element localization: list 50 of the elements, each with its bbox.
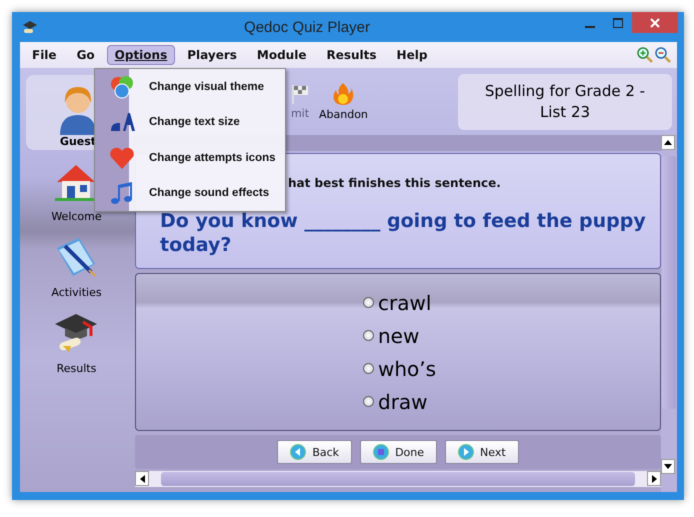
nav-button[interactable]: Back	[277, 440, 352, 464]
graduation-cap-icon	[53, 312, 100, 354]
back-icon	[290, 444, 306, 460]
menu-item[interactable]: File	[24, 45, 65, 65]
menu-item[interactable]: Players	[179, 45, 245, 65]
radio-button[interactable]	[363, 297, 374, 308]
music-note-icon	[109, 180, 135, 206]
answer-option[interactable]: who’s	[378, 356, 436, 380]
menu-item[interactable]: Help	[388, 45, 436, 65]
answer-option[interactable]: draw	[378, 390, 428, 414]
answer-option[interactable]: crawl	[378, 290, 432, 314]
toolbar-button[interactable]: mit	[287, 81, 313, 122]
menu-item[interactable]: Results	[318, 45, 385, 65]
zoom-in-icon[interactable]	[637, 47, 653, 63]
close-button[interactable]	[632, 12, 678, 33]
scroll-up-icon[interactable]	[664, 140, 672, 145]
stop-icon	[373, 444, 390, 460]
dropdown-item[interactable]: Change sound effects	[95, 176, 285, 211]
sidebar-item[interactable]: Results	[47, 310, 106, 377]
question-text: Do you know ________ going to feed the puppy today?	[160, 210, 647, 258]
horizontal-scrollbar[interactable]	[135, 471, 661, 487]
zoom-out-icon[interactable]	[655, 47, 671, 63]
close-icon	[650, 18, 660, 28]
heart-icon	[109, 146, 135, 170]
circles-icon	[109, 74, 135, 100]
nav-button[interactable]: Next	[445, 440, 519, 464]
scroll-down-icon[interactable]	[664, 464, 672, 469]
next-icon	[458, 444, 474, 460]
menu-item[interactable]: Go	[68, 45, 103, 65]
vertical-scrollbar[interactable]	[661, 135, 677, 492]
answer-option[interactable]: new	[378, 324, 420, 348]
instruction-text: hat best finishes this sentence.	[288, 176, 502, 190]
nav-button[interactable]: Done	[360, 440, 438, 464]
minimize-icon	[585, 26, 595, 28]
window-title: Qedoc Quiz Player	[243, 18, 371, 36]
player-name: Guest	[60, 135, 96, 148]
flame-icon	[332, 82, 354, 106]
maximize-icon	[613, 18, 623, 28]
radio-button[interactable]	[363, 363, 374, 374]
radio-button[interactable]	[363, 330, 374, 341]
menu-item[interactable]: Module	[248, 45, 314, 65]
toolbar-button[interactable]: Abandon	[317, 80, 370, 123]
radio-button[interactable]	[363, 396, 374, 407]
menu-item[interactable]: Options	[106, 45, 176, 65]
scroll-right-icon[interactable]	[652, 474, 656, 482]
module-title: Spelling for Grade 2 - List 23	[458, 74, 672, 130]
app-icon	[22, 20, 38, 34]
scroll-left-icon[interactable]	[140, 474, 144, 482]
sidebar-item[interactable]: Activities	[45, 234, 108, 301]
flag-icon	[289, 83, 311, 105]
